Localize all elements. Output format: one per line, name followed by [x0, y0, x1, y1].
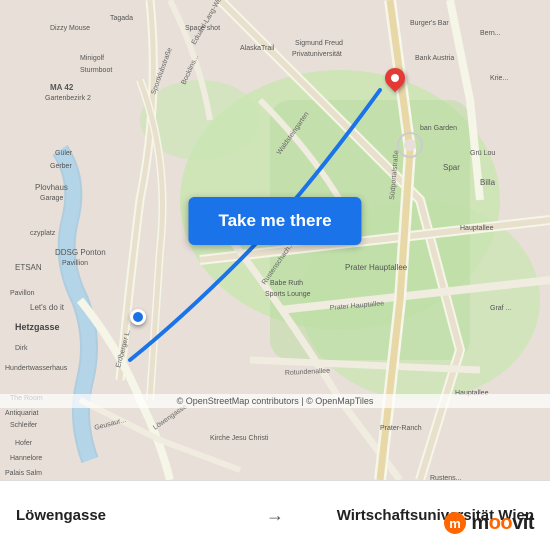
svg-text:AlaskaTrail: AlaskaTrail — [240, 45, 275, 52]
svg-text:Hannelore: Hannelore — [10, 455, 42, 462]
svg-text:Let's do it: Let's do it — [30, 303, 65, 312]
svg-text:Antiquariat: Antiquariat — [5, 410, 39, 417]
route-arrow: → — [266, 505, 284, 526]
svg-text:Dirk: Dirk — [15, 345, 28, 352]
take-me-there-button[interactable]: Take me there — [188, 197, 361, 245]
svg-text:ban Garden: ban Garden — [420, 125, 457, 132]
svg-text:Minigolf: Minigolf — [80, 55, 104, 62]
svg-text:Hauptallee: Hauptallee — [460, 225, 494, 232]
svg-text:Gerber: Gerber — [50, 163, 72, 170]
svg-text:m: m — [450, 516, 462, 531]
svg-text:Hetzgasse: Hetzgasse — [15, 322, 60, 332]
svg-text:Krie...: Krie... — [490, 75, 508, 82]
svg-text:Sturmboot: Sturmboot — [80, 67, 112, 74]
svg-text:Sigmund Freud: Sigmund Freud — [295, 40, 343, 47]
svg-text:Tagada: Tagada — [110, 15, 133, 22]
moovit-icon: m — [443, 511, 467, 535]
svg-text:Privatuniversität: Privatuniversität — [292, 51, 342, 58]
origin-pin — [130, 309, 146, 325]
svg-text:Grü Lou: Grü Lou — [470, 150, 495, 157]
svg-text:czyplatz: czyplatz — [30, 230, 56, 237]
svg-text:MA 42: MA 42 — [50, 83, 74, 92]
map-container: Sportklubstraße Bocklins... Hauptallee P… — [0, 0, 550, 480]
svg-text:Pavillon: Pavillon — [10, 290, 35, 297]
svg-text:Billa: Billa — [480, 178, 496, 187]
svg-text:DDSG Ponton: DDSG Ponton — [55, 248, 106, 257]
svg-text:Hofer: Hofer — [15, 440, 33, 447]
svg-text:Prater Hauptallee: Prater Hauptallee — [345, 263, 408, 272]
svg-text:Spar: Spar — [443, 163, 460, 172]
svg-text:Palais Salm: Palais Salm — [5, 470, 42, 477]
svg-text:Dizzy Mouse: Dizzy Mouse — [50, 25, 90, 32]
route-from: Löwengasse — [16, 507, 254, 524]
bottom-bar: Löwengasse → Wirtschaftsuniversität Wien… — [0, 480, 550, 550]
svg-text:Garage: Garage — [40, 195, 63, 202]
moovit-logo-text: moovit — [471, 512, 534, 535]
svg-text:Hundertwasserhaus: Hundertwasserhaus — [5, 365, 68, 372]
svg-text:Güler: Güler — [55, 150, 73, 157]
svg-text:Babe Ruth: Babe Ruth — [270, 280, 303, 287]
svg-text:Bern...: Bern... — [480, 30, 501, 37]
svg-text:Schleifer: Schleifer — [10, 422, 38, 429]
svg-text:Graf ...: Graf ... — [490, 305, 511, 312]
svg-text:ETSAN: ETSAN — [15, 263, 42, 272]
svg-text:Space shot: Space shot — [185, 25, 220, 32]
svg-text:Gartenbezirk 2: Gartenbezirk 2 — [45, 95, 91, 102]
svg-text:Plovhaus: Plovhaus — [35, 183, 68, 192]
svg-text:Burger's Bar: Burger's Bar — [410, 20, 449, 27]
map-attribution: © OpenStreetMap contributors | © OpenMap… — [0, 394, 550, 408]
svg-text:Kirche Jesu Christi: Kirche Jesu Christi — [210, 435, 269, 442]
svg-text:Bank Austria: Bank Austria — [415, 55, 454, 62]
moovit-logo: m moovit — [443, 511, 534, 535]
svg-text:Sports Lounge: Sports Lounge — [265, 291, 311, 298]
svg-text:Pavillion: Pavillion — [62, 260, 88, 267]
svg-text:Prater-Ranch: Prater-Ranch — [380, 425, 422, 432]
